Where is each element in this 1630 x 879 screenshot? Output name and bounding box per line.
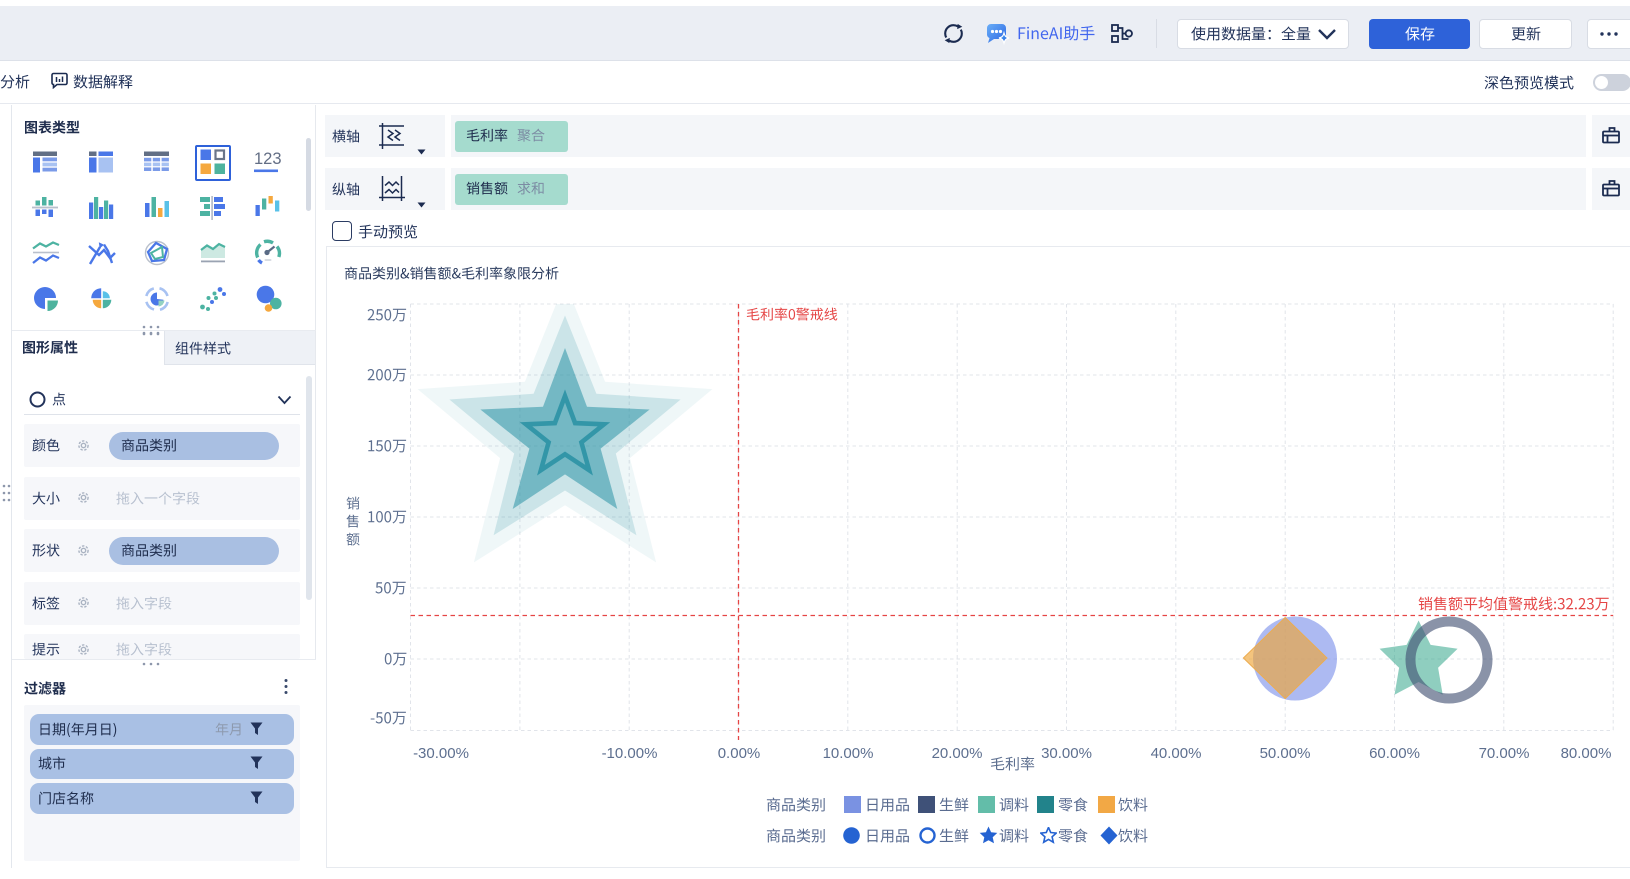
svg-text:123: 123 xyxy=(254,150,282,168)
